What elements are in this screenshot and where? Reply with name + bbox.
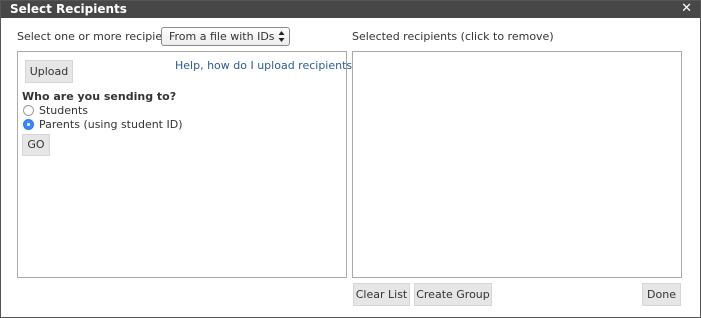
select-recipients-dialog: Select Recipients ✕ Select one or more r… bbox=[0, 0, 701, 318]
selected-recipients-label: Selected recipients (click to remove) bbox=[352, 30, 554, 43]
help-upload-link[interactable]: Help, how do I upload recipients? bbox=[175, 59, 366, 73]
create-group-button[interactable]: Create Group bbox=[414, 283, 492, 306]
help-upload-link-text: Help, how do I upload recipients bbox=[175, 59, 353, 72]
select-arrows-icon bbox=[278, 31, 285, 42]
dialog-titlebar: Select Recipients ✕ bbox=[1, 1, 700, 18]
go-button[interactable]: GO bbox=[22, 134, 50, 156]
radio-parents[interactable] bbox=[23, 119, 34, 130]
close-icon[interactable]: ✕ bbox=[681, 2, 692, 16]
recipient-source-select[interactable]: From a file with IDs bbox=[161, 27, 290, 46]
radio-parents-label: Parents (using student ID) bbox=[39, 118, 183, 131]
done-button[interactable]: Done bbox=[642, 283, 681, 306]
upload-panel: Upload Help, how do I upload recipients?… bbox=[17, 51, 366, 278]
dialog-title: Select Recipients bbox=[10, 2, 127, 16]
audience-question: Who are you sending to? bbox=[22, 90, 177, 103]
clear-list-button[interactable]: Clear List bbox=[353, 283, 410, 306]
recipient-source-value: From a file with IDs bbox=[169, 30, 275, 43]
source-label: Select one or more recipients bbox=[17, 30, 180, 43]
upload-button[interactable]: Upload bbox=[25, 60, 73, 83]
selected-recipients-list[interactable] bbox=[352, 51, 682, 278]
radio-students[interactable] bbox=[23, 105, 34, 116]
radio-students-label: Students bbox=[39, 104, 89, 117]
